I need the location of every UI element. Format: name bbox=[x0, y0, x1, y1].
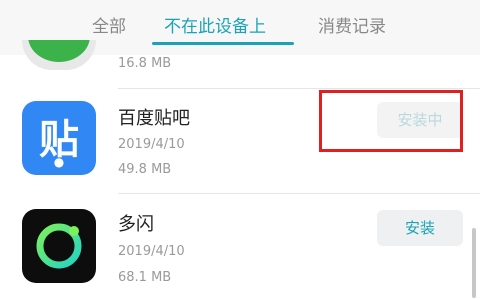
app-size: 68.1 MB bbox=[118, 270, 172, 285]
app-date: 2019/4/10 bbox=[118, 137, 185, 152]
green-app-icon[interactable] bbox=[22, 40, 96, 70]
app-name: 多闪 bbox=[118, 214, 154, 235]
scrollbar[interactable] bbox=[472, 228, 476, 298]
app-name: 百度贴吧 bbox=[118, 108, 190, 129]
app-size: 49.8 MB bbox=[118, 162, 172, 177]
row-divider bbox=[118, 193, 480, 194]
row-divider bbox=[118, 88, 480, 89]
app-date: 2019/4/10 bbox=[118, 244, 185, 259]
install-button[interactable]: 安装 bbox=[377, 210, 463, 246]
highlight-box bbox=[319, 90, 463, 152]
partial-item-size: 16.8 MB bbox=[118, 56, 172, 71]
duoshan-icon[interactable] bbox=[22, 209, 96, 283]
paw-icon: ● bbox=[53, 155, 65, 169]
duoshan-ring-icon bbox=[36, 223, 82, 269]
tab-purchase-history[interactable]: 消费记录 bbox=[318, 12, 386, 37]
tab-all[interactable]: 全部 bbox=[92, 12, 126, 37]
tab-not-on-device[interactable]: 不在此设备上 bbox=[164, 12, 266, 37]
tieba-icon[interactable]: 贴 ● bbox=[22, 101, 96, 175]
active-tab-indicator bbox=[152, 42, 294, 45]
